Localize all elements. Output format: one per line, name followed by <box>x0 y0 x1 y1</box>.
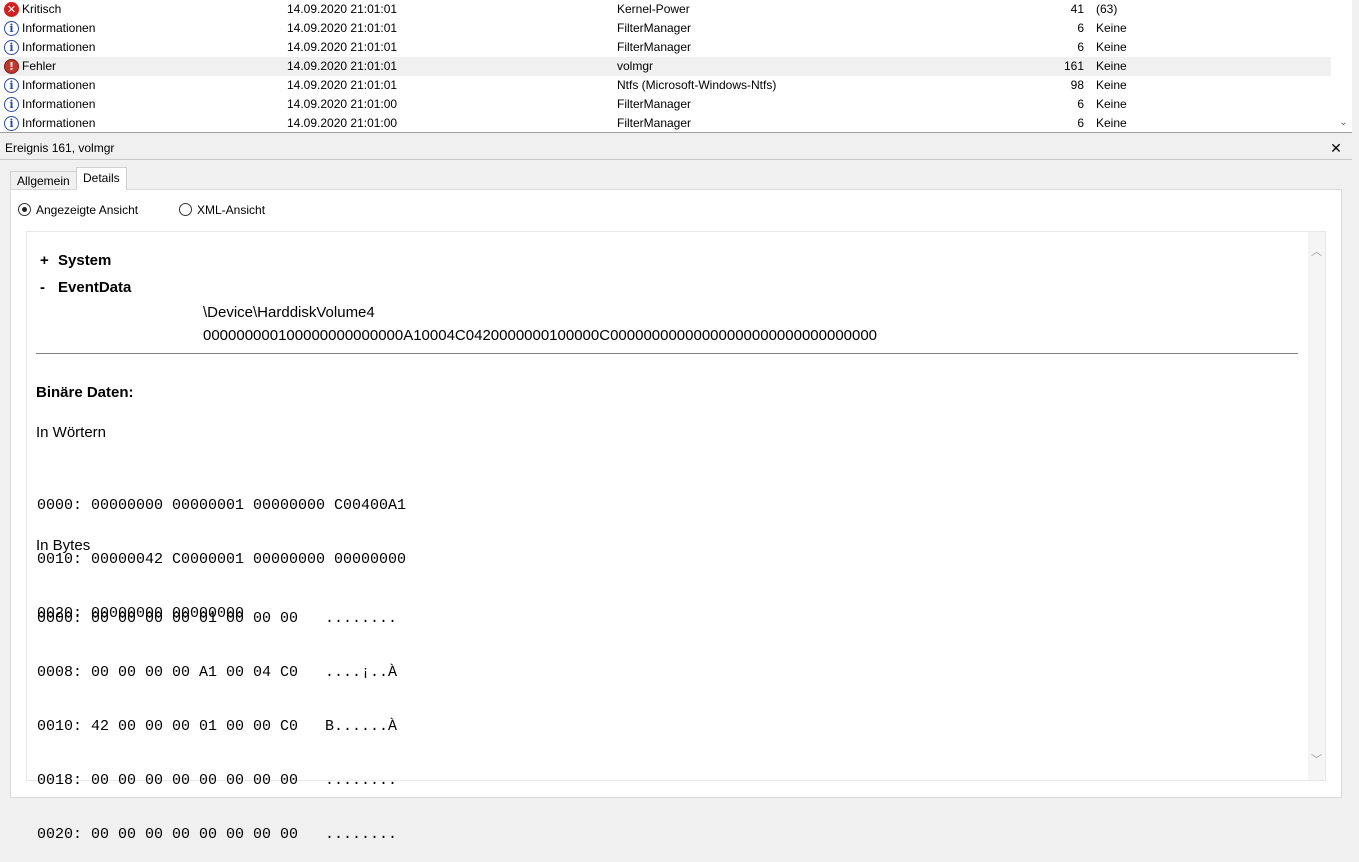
event-id: 98 <box>1070 78 1084 92</box>
event-level: Informationen <box>22 40 96 54</box>
event-task-category: Keine <box>1096 78 1127 92</box>
info-icon: i <box>4 78 19 93</box>
event-source: Kernel-Power <box>617 2 690 16</box>
event-list[interactable]: ✕ Kritisch 14.09.2020 21:01:01 Kernel-Power… <box>0 0 1352 133</box>
tree-node-eventdata-label: EventData <box>58 279 132 296</box>
bytes-dump-line: 0018: 00 00 00 00 00 00 00 00 ........ <box>37 772 398 789</box>
event-source: FilterManager <box>617 116 692 130</box>
info-icon: i <box>4 21 19 36</box>
event-row[interactable]: i Informationen 14.09.2020 21:01:01 FilterM… <box>0 38 1331 57</box>
tree-node-eventdata[interactable]: - EventData <box>40 278 131 298</box>
event-detail-title: Ereignis 161, volmgr <box>5 141 115 155</box>
event-id: 6 <box>1077 116 1084 130</box>
event-row[interactable]: i Informationen 14.09.2020 21:01:01 Ntfs (M… <box>0 76 1331 95</box>
xml-view-radio[interactable] <box>179 203 192 216</box>
info-icon: i <box>4 97 19 112</box>
scroll-down-icon[interactable]: ﹀ <box>1308 752 1325 768</box>
event-datetime: 14.09.2020 21:01:01 <box>287 40 398 54</box>
event-id: 6 <box>1077 21 1084 35</box>
event-datetime: 14.09.2020 21:01:01 <box>287 78 398 92</box>
event-datetime: 14.09.2020 21:01:01 <box>287 2 398 16</box>
bytes-title: In Bytes <box>36 537 91 554</box>
close-icon[interactable]: ✕ <box>1328 138 1344 159</box>
eventdata-value: \Device\HarddiskVolume4 <box>203 304 375 321</box>
event-source: FilterManager <box>617 21 692 35</box>
event-datetime: 14.09.2020 21:01:00 <box>287 116 398 130</box>
content-scrollbar[interactable]: ︿ ﹀ <box>1308 232 1325 780</box>
event-level: Informationen <box>22 78 96 92</box>
words-title: In Wörtern <box>36 424 107 441</box>
friendly-view-radio[interactable] <box>18 203 31 216</box>
words-dump-line: 0010: 00000042 C0000001 00000000 0000000… <box>37 551 407 568</box>
event-task-category: Keine <box>1096 97 1127 111</box>
event-task-category: Keine <box>1096 59 1127 73</box>
event-source: FilterManager <box>617 40 692 54</box>
info-icon: i <box>4 40 19 55</box>
binary-data-title: Binäre Daten: <box>36 384 134 401</box>
collapse-icon[interactable]: - <box>40 278 58 298</box>
critical-icon: ✕ <box>4 2 19 17</box>
event-row[interactable]: i Informationen 14.09.2020 21:01:00 FilterM… <box>0 114 1331 132</box>
event-task-category: Keine <box>1096 21 1127 35</box>
divider <box>36 353 1298 354</box>
friendly-view-label: Angezeigte Ansicht <box>36 203 139 217</box>
event-level: Fehler <box>22 59 57 73</box>
xml-view-label: XML-Ansicht <box>197 203 266 217</box>
event-level: Informationen <box>22 116 96 130</box>
event-source: FilterManager <box>617 97 692 111</box>
event-id: 6 <box>1077 40 1084 54</box>
event-id: 161 <box>1063 59 1084 73</box>
info-icon: i <box>4 116 19 131</box>
event-datetime: 14.09.2020 21:01:00 <box>287 97 398 111</box>
bytes-dump-line: 0008: 00 00 00 00 A1 00 04 C0 ....¡..À <box>37 664 398 681</box>
bytes-dump-line: 0020: 00 00 00 00 00 00 00 00 ........ <box>37 826 398 843</box>
event-id: 41 <box>1070 2 1084 16</box>
event-detail-header: Ereignis 161, volmgr ✕ <box>0 138 1352 160</box>
tree-node-system[interactable]: + System <box>40 251 111 271</box>
eventdata-value: 000000000100000000000000A10004C042000000… <box>203 327 878 344</box>
scroll-up-icon[interactable]: ︿ <box>1308 244 1325 260</box>
event-row[interactable]: i Informationen 14.09.2020 21:01:00 FilterM… <box>0 95 1331 114</box>
event-level: Kritisch <box>22 2 62 16</box>
event-datetime: 14.09.2020 21:01:01 <box>287 59 398 73</box>
bytes-dump-line: 0010: 42 00 00 00 01 00 00 C0 B......À <box>37 718 398 735</box>
event-level: Informationen <box>22 21 96 35</box>
event-row[interactable]: ✕ Kritisch 14.09.2020 21:01:01 Kernel-Power… <box>0 0 1331 19</box>
bytes-dump: 0000: 00 00 00 00 01 00 00 00 ........ 0… <box>37 574 397 862</box>
event-row[interactable]: i Informationen 14.09.2020 21:01:01 FilterM… <box>0 19 1331 38</box>
words-dump-line: 0000: 00000000 00000001 00000000 C00400A… <box>37 497 407 514</box>
expand-icon[interactable]: + <box>40 251 58 271</box>
event-task-category: Keine <box>1096 40 1127 54</box>
event-source: Ntfs (Microsoft-Windows-Ntfs) <box>617 78 777 92</box>
tree-node-system-label: System <box>58 252 112 269</box>
friendly-view-option[interactable]: Angezeigte Ansicht <box>18 202 138 218</box>
bytes-dump-line: 0000: 00 00 00 00 01 00 00 00 ........ <box>37 610 398 627</box>
event-list-scrollbar[interactable]: ⌄ <box>1335 0 1352 132</box>
tab-general[interactable]: Allgemein <box>10 171 77 189</box>
event-id: 6 <box>1077 97 1084 111</box>
scroll-down-icon[interactable]: ⌄ <box>1335 116 1352 130</box>
event-task-category: (63) <box>1096 2 1118 16</box>
event-row[interactable]: ! Fehler 14.09.2020 21:01:01 volmgr 161 Keine <box>0 57 1331 76</box>
xml-view-option[interactable]: XML-Ansicht <box>179 202 265 218</box>
event-source: volmgr <box>617 59 654 73</box>
event-task-category: Keine <box>1096 116 1127 130</box>
event-datetime: 14.09.2020 21:01:01 <box>287 21 398 35</box>
event-level: Informationen <box>22 97 96 111</box>
tab-details[interactable]: Details <box>76 167 127 190</box>
error-icon: ! <box>4 59 19 74</box>
